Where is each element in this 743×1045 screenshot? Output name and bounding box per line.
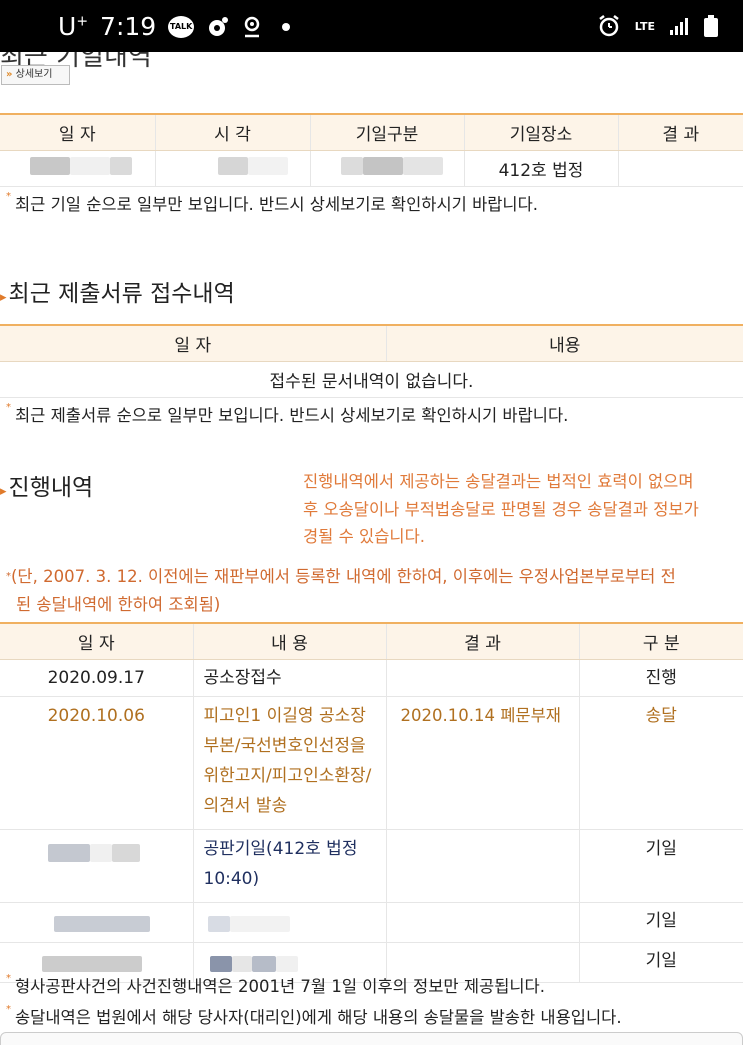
progress-header-result: 결 과: [386, 622, 580, 660]
section-bullet-icon: ▸: [0, 290, 7, 305]
table-row: 2020.10.06 피고인1 이길영 공소장부본/국선변호인선정을위한고지/피…: [0, 696, 743, 830]
hearing-place: 412호 법정: [464, 150, 619, 187]
hearing-header-date: 일 자: [0, 113, 156, 151]
hearing-table: 일 자 시 각 기일구분 기일장소 결 과 412호 법정: [0, 113, 743, 187]
music-app-icon: [209, 16, 229, 36]
location-icon: [244, 16, 260, 37]
lte-indicator: LTE: [634, 19, 655, 33]
hearing-note: * 최근 기일 순으로 일부만 보입니다. 반드시 상세보기로 확인하시기 바랍니…: [6, 191, 539, 214]
redacted-date: [0, 150, 156, 187]
redacted-time: [155, 150, 311, 187]
progress-hearing-link[interactable]: 공판기일(412호 법정 10:40): [193, 829, 387, 903]
hearing-header-place: 기일장소: [464, 113, 619, 151]
alarm-icon: [599, 15, 619, 37]
status-bar: U+ 7:19 TALK LTE: [0, 0, 743, 52]
documents-section-title: ▸최근 제출서류 접수내역: [0, 281, 235, 307]
table-row: 기일: [0, 902, 743, 943]
table-row: 공판기일(412호 법정 10:40) 기일: [0, 829, 743, 903]
progress-section-title: ▸진행내역: [0, 475, 94, 501]
hearing-header-type: 기일구분: [310, 113, 465, 151]
redacted-date: [0, 902, 194, 943]
kakaotalk-icon: TALK: [168, 15, 195, 38]
redacted-date: [0, 829, 194, 903]
documents-note: * 최근 제출서류 순으로 일부만 보입니다. 반드시 상세보기로 확인하시기 바…: [6, 402, 569, 425]
bottom-panel: [0, 1032, 743, 1045]
progress-footnote-2: * 송달내역은 법원에서 해당 당사자(대리인)에게 해당 내용의 송달물을 발송…: [6, 1004, 622, 1027]
documents-header-date: 일 자: [0, 324, 387, 362]
section-bullet-icon: ▸: [0, 484, 7, 499]
redacted-type: [310, 150, 465, 187]
hearing-header-time: 시 각: [155, 113, 311, 151]
table-row: 2020.09.17 공소장접수 진행: [0, 659, 743, 697]
progress-header-content: 내 용: [193, 622, 387, 660]
table-row: 412호 법정: [0, 150, 743, 187]
hearing-result: [618, 150, 743, 187]
notification-dot-icon: [282, 22, 291, 31]
progress-header-type: 구 분: [579, 622, 743, 660]
carrier-label: U+: [58, 12, 89, 41]
signal-icon: [670, 18, 688, 35]
clock: 7:19: [100, 12, 157, 41]
documents-header-content: 내용: [386, 324, 743, 362]
hearing-header-result: 결 과: [618, 113, 743, 151]
progress-footnote-1: * 형사공판사건의 사건진행내역은 2001년 7월 1일 이후의 정보만 제공됩…: [6, 973, 545, 996]
documents-empty-message: 접수된 문서내역이 없습니다.: [0, 361, 743, 398]
battery-icon: [704, 15, 718, 37]
documents-table: 일 자 내용 접수된 문서내역이 없습니다.: [0, 324, 743, 398]
redacted-content: [193, 902, 387, 943]
detail-view-button[interactable]: » 상세보기: [1, 65, 70, 85]
progress-warning: 진행내역에서 제공하는 송달결과는 법적인 효력이 없으며 후 오송달이나 부적…: [303, 472, 699, 546]
progress-sub-note: *(단, 2007. 3. 12. 이전에는 재판부에서 등록한 내역에 한하여…: [6, 567, 676, 614]
progress-table: 일 자 내 용 결 과 구 분 2020.09.17 공소장접수 진행 2020…: [0, 622, 743, 983]
progress-header-date: 일 자: [0, 622, 194, 660]
